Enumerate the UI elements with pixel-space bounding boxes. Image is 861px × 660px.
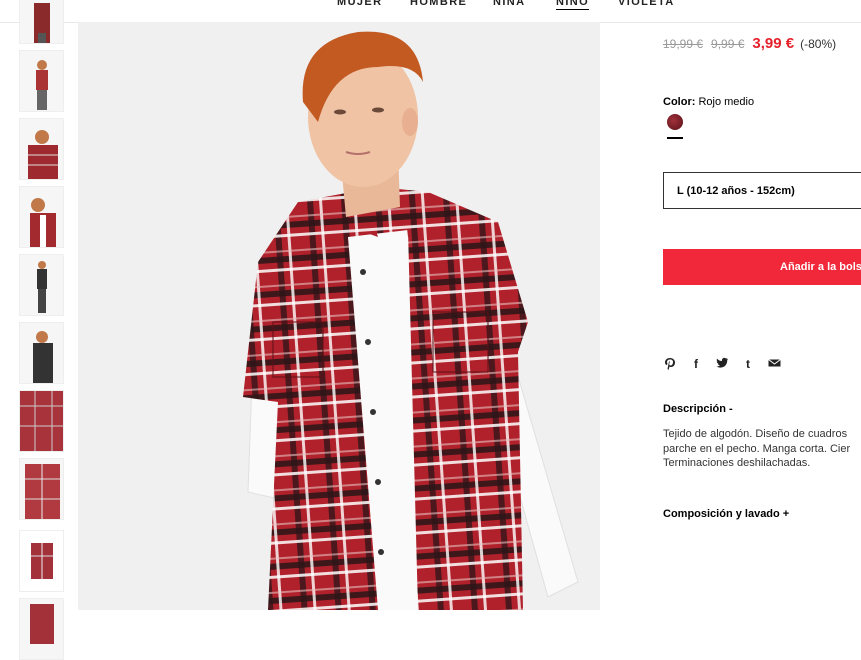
original-price-1: 19,99 € — [663, 37, 704, 51]
discount-badge: (-80%) — [800, 37, 837, 51]
thumbnail-2[interactable] — [19, 50, 64, 112]
thumbnail-8[interactable] — [19, 458, 64, 520]
nav-item-hombre[interactable]: HOMBRE — [410, 0, 467, 8]
description-text: Tejido de algodón. Diseño de cuadros par… — [663, 427, 861, 471]
thumbnail-5[interactable] — [19, 254, 64, 316]
description-line: parche en el pecho. Manga corta. Cier — [663, 442, 851, 455]
color-label-row: Color: Rojo medio — [663, 96, 754, 108]
thumbnail-4[interactable] — [19, 186, 64, 248]
description-line: Terminaciones deshilachadas. — [663, 457, 811, 469]
composition-toggle[interactable]: Composición y lavado + — [663, 508, 789, 520]
twitter-icon[interactable] — [715, 357, 729, 373]
thumbnail-3[interactable] — [19, 118, 64, 180]
thumbnail-7[interactable] — [19, 390, 64, 452]
add-to-bag-button[interactable]: Añadir a la bolsa — [663, 249, 861, 285]
thumbnail-6[interactable] — [19, 322, 64, 384]
nav-item-violeta[interactable]: VIOLETA — [618, 0, 675, 8]
price-row: 19,99 € 9,99 € 3,99 € (-80%) — [663, 35, 836, 52]
email-icon[interactable] — [767, 357, 781, 373]
nav-item-nina[interactable]: NIÑA — [493, 0, 526, 8]
color-swatch-rojo[interactable] — [667, 114, 683, 130]
color-label: Color: — [663, 96, 696, 108]
thumbnail-10[interactable] — [19, 598, 64, 660]
thumbnail-9[interactable] — [19, 530, 64, 592]
product-main-image[interactable] — [78, 22, 600, 610]
tumblr-icon[interactable]: t — [741, 357, 755, 373]
pinterest-icon[interactable] — [663, 357, 677, 373]
thumbnail-1[interactable] — [19, 0, 64, 44]
color-value: Rojo medio — [698, 96, 755, 108]
product-photo — [78, 22, 600, 610]
add-to-bag-label: Añadir a la bolsa — [780, 261, 861, 273]
sale-price: 3,99 € — [752, 35, 795, 52]
nav-item-mujer[interactable]: MUJER — [337, 0, 383, 8]
swatch-selected-indicator — [667, 137, 683, 139]
size-selected-value: L (10-12 años - 152cm) — [677, 185, 795, 197]
facebook-icon[interactable]: f — [689, 357, 703, 373]
original-price-2: 9,99 € — [711, 37, 745, 51]
top-navigation: MUJER HOMBRE NIÑA NIÑO VIOLETA — [0, 0, 861, 23]
size-select[interactable]: L (10-12 años - 152cm) — [663, 172, 861, 209]
description-line: Tejido de algodón. Diseño de cuadros — [663, 428, 848, 440]
nav-item-nino[interactable]: NIÑO — [556, 0, 590, 10]
description-toggle[interactable]: Descripción - — [663, 403, 733, 415]
